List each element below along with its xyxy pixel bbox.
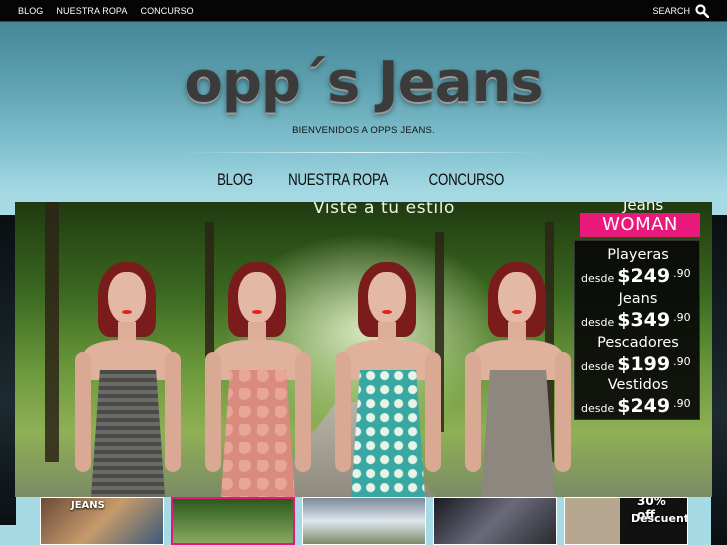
price-cents: .90 [673,311,691,324]
mannequin [463,262,573,497]
banner-heading: Viste a tu estilo [313,202,456,218]
top-bar: BLOG NUESTRA ROPA CONCURSO SEARCH [0,0,727,22]
site-logo[interactable]: opp´s Jeans [0,50,727,115]
thumbnail-label: Descuento [631,512,687,525]
price-item-name: Pescadores [597,335,679,351]
price-desde: desde [581,402,615,415]
thumbnail-5[interactable]: 30% off Descuento [564,497,688,545]
thumbnail-2[interactable] [171,497,295,545]
main-nav-blog[interactable]: BLOG [217,170,253,190]
category-badge: WOMAN [580,213,700,237]
price-value: $349 [617,309,671,331]
price-item-name: Jeans [618,291,658,307]
thumbnail-label: JEANS [71,500,105,511]
price-value: $249 [617,265,671,287]
price-desde: desde [581,360,615,373]
price-row: desde $249 .90 [581,395,697,417]
mannequin [73,262,183,497]
side-decoration-right [711,215,727,545]
main-nav: BLOG NUESTRA ROPA CONCURSO [0,170,727,190]
price-item-name: Playeras [607,247,669,263]
thumbnail-strip: JEANS 30% off Descuento [40,497,688,545]
top-nav-nuestra-ropa[interactable]: NUESTRA ROPA [56,6,127,16]
price-cents: .90 [673,267,691,280]
mannequin [333,262,443,497]
top-nav: BLOG NUESTRA ROPA CONCURSO [18,6,194,16]
top-nav-concurso[interactable]: CONCURSO [140,6,193,16]
thumbnail-1[interactable]: JEANS [40,497,164,545]
main-nav-nuestra-ropa[interactable]: NUESTRA ROPA [288,170,388,190]
side-decoration-left [0,215,16,525]
tree-trunk [45,202,59,462]
site-tagline: BIENVENIDOS A OPPS JEANS. [292,125,435,136]
header-divider [182,152,545,153]
thumbnail-4[interactable] [433,497,557,545]
price-row: desde $249 .90 [581,265,697,287]
price-value: $199 [617,353,671,375]
search-label: SEARCH [652,6,690,16]
price-cents: .90 [673,355,691,368]
price-desde: desde [581,272,615,285]
price-row: desde $199 .90 [581,353,697,375]
search-icon [695,4,709,18]
hero-banner[interactable]: Viste a tu estilo Jeans WOMAN Playeras d… [15,202,712,497]
main-nav-concurso[interactable]: CONCURSO [429,170,505,190]
price-panel: Playeras desde $249 .90 Jeans desde $349… [574,240,700,420]
thumbnail-3[interactable] [302,497,426,545]
search-button[interactable]: SEARCH [652,4,709,18]
price-row: desde $349 .90 [581,309,697,331]
price-desde: desde [581,316,615,329]
top-nav-blog[interactable]: BLOG [18,6,43,16]
price-cents: .90 [673,397,691,410]
price-value: $249 [617,395,671,417]
price-item-name: Vestidos [607,377,669,393]
mannequin [203,262,313,497]
